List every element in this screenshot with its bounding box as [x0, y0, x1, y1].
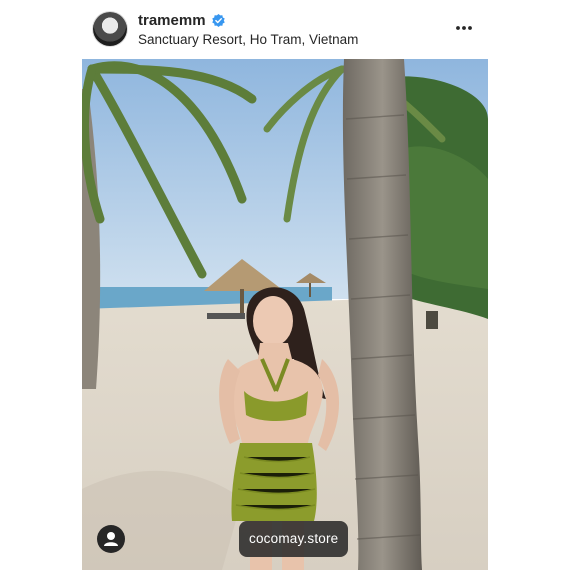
verified-badge-icon [212, 14, 225, 27]
beach-bin [426, 311, 438, 329]
post-location[interactable]: Sanctuary Resort, Ho Tram, Vietnam [138, 32, 358, 47]
person-silhouette-icon [104, 532, 118, 546]
shop-tag[interactable]: cocomay.store [239, 521, 349, 557]
username[interactable]: tramemm [138, 12, 206, 29]
user-tag-icon[interactable] [97, 525, 125, 553]
sun-lounger [207, 313, 245, 319]
beach-photo-illustration [82, 59, 488, 570]
post-photo[interactable]: cocomay.store [82, 59, 488, 570]
post-header: tramemm Sanctuary Resort, Ho Tram, Vietn… [82, 0, 488, 59]
more-options-icon[interactable] [454, 20, 474, 36]
avatar[interactable] [93, 12, 127, 46]
instagram-post: tramemm Sanctuary Resort, Ho Tram, Vietn… [82, 0, 488, 570]
person-face [253, 296, 293, 346]
